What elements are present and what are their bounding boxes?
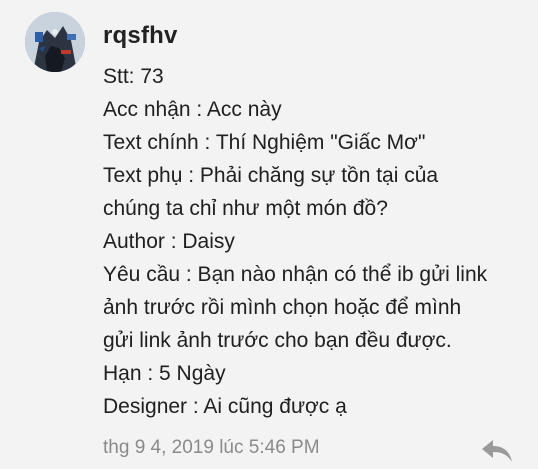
- comment-line: Yêu cầu : Bạn nào nhận có thể ib gửi lin…: [103, 263, 488, 286]
- comment-line: Author : Daisy: [103, 230, 235, 253]
- comment-line: Text chính : Thí Nghiệm "Giấc Mơ": [103, 131, 426, 154]
- comment-line: Acc nhận : Acc này: [103, 98, 282, 121]
- comment-card: rqsfhv Stt: 73 Acc nhận : Acc này Text c…: [0, 0, 538, 469]
- comment-body: Stt: 73 Acc nhận : Acc này Text chính : …: [103, 60, 523, 423]
- comment-line: Stt: 73: [103, 65, 164, 88]
- avatar[interactable]: [25, 12, 85, 72]
- comment-line: gửi link ảnh trước cho bạn đều được.: [103, 329, 452, 352]
- comment-line: Hạn : 5 Ngày: [103, 362, 226, 385]
- comment-line: chúng ta chỉ như một món đồ?: [103, 197, 388, 220]
- reply-button[interactable]: [480, 438, 514, 464]
- comment-line: Designer : Ai cũng được ạ: [103, 395, 347, 418]
- username[interactable]: rqsfhv: [103, 22, 178, 50]
- timestamp: thg 9 4, 2019 lúc 5:46 PM: [103, 437, 320, 458]
- comment-line: Text phụ : Phải chăng sự tồn tại của: [103, 164, 439, 187]
- reply-icon: [482, 440, 512, 462]
- comment-line: ảnh trước rồi mình chọn hoặc để mình: [103, 296, 462, 319]
- avatar-image: [25, 12, 85, 72]
